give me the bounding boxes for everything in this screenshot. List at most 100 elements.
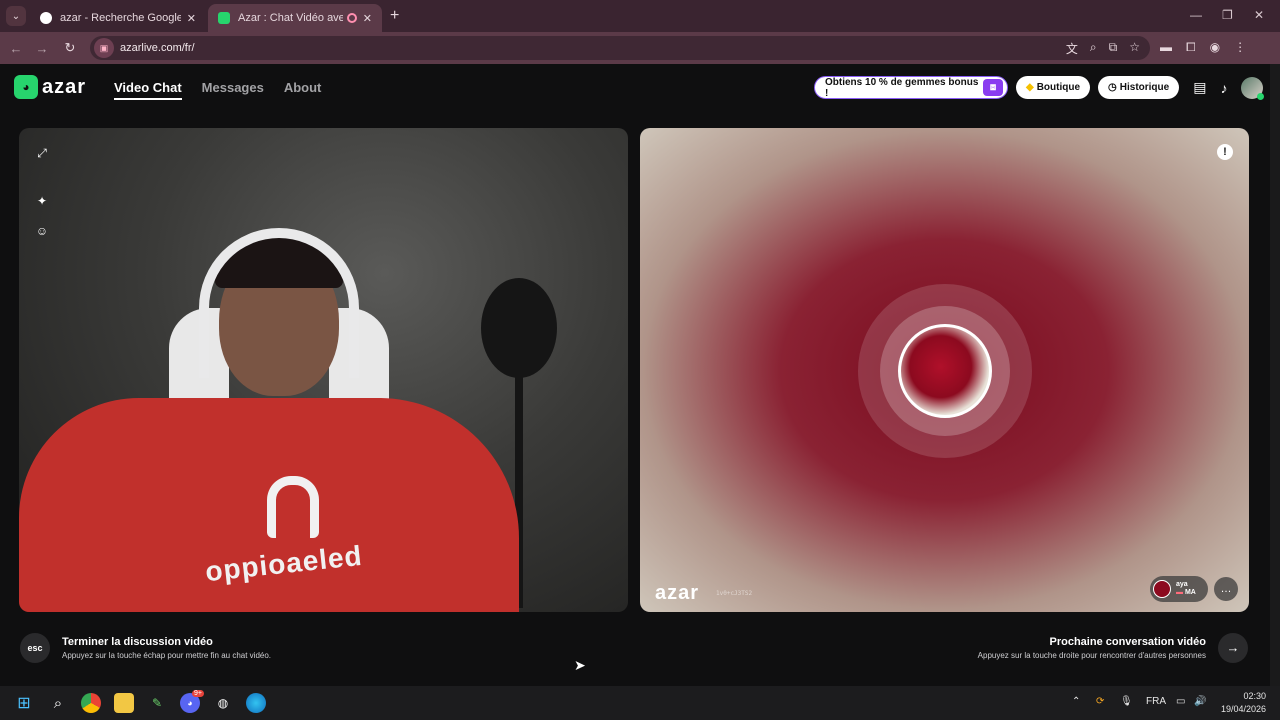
azar-logo[interactable]: ◕ azar xyxy=(14,75,86,99)
inbox-icon[interactable]: ▤ xyxy=(1193,79,1206,96)
partner-info: aya ▬ MA xyxy=(1176,581,1196,597)
system-clock[interactable]: 02:30 19/04/2026 xyxy=(1214,690,1266,716)
discord-badge: 9+ xyxy=(192,690,204,697)
cast-icon[interactable]: ⧉ xyxy=(1109,40,1118,57)
clock-date: 19/04/2026 xyxy=(1220,704,1266,714)
flag-icon: ▬ xyxy=(1176,589,1183,596)
nav-about[interactable]: About xyxy=(284,80,322,100)
chat-bubble-icon[interactable]: … xyxy=(1214,577,1238,601)
end-chat-hint: Appuyez sur la touche échap pour mettre … xyxy=(62,651,272,660)
history-button[interactable]: ◷ Historique xyxy=(1098,76,1180,99)
tab-title: Azar : Chat Vidéo avec de n xyxy=(238,12,343,24)
next-chat-button[interactable]: → xyxy=(1218,633,1248,663)
profile-icon[interactable]: ◉ xyxy=(1210,40,1220,55)
network-icon[interactable]: ▭ xyxy=(1176,696,1185,707)
nav-video-chat[interactable]: Video Chat xyxy=(114,80,182,100)
tray-chevron-icon[interactable]: ⌃ xyxy=(1072,696,1080,707)
extensions-puzzle-icon[interactable]: ⧠ xyxy=(1186,40,1196,55)
gift-icon: ⧈ xyxy=(983,79,1003,96)
avatar[interactable] xyxy=(1241,76,1265,100)
address-bar[interactable]: ▣ azarlive.com/fr/ ⽂ ⌕ ⧉ ☆ xyxy=(90,36,1150,60)
gem-icon: ◆ xyxy=(1026,82,1034,93)
zoom-icon[interactable]: ⌕ xyxy=(1090,40,1097,57)
clock-time: 02:30 xyxy=(1243,691,1266,701)
bookmark-star-icon[interactable]: ☆ xyxy=(1129,40,1140,57)
recording-icon xyxy=(346,13,357,23)
edge-icon[interactable] xyxy=(246,693,266,713)
mouse-cursor-icon: ➤ xyxy=(574,657,586,673)
volume-icon[interactable]: 🔊 xyxy=(1194,696,1206,707)
page-scrollbar[interactable] xyxy=(1270,64,1280,686)
window-close-icon[interactable]: ✕ xyxy=(1254,8,1264,22)
remote-video: ! azar 1v0+cJ3TS2 aya ▬ MA … xyxy=(640,128,1249,612)
forward-icon[interactable]: → xyxy=(32,41,52,56)
promo-button[interactable]: Obtiens 10 % de gemmes bonus ! ⧈ xyxy=(814,76,1008,99)
face-filter-icon[interactable]: ☺ xyxy=(35,224,49,238)
update-icon[interactable]: ⟳ xyxy=(1096,696,1104,707)
close-icon[interactable]: ✕ xyxy=(363,12,372,25)
nav-messages[interactable]: Messages xyxy=(202,80,264,100)
new-tab-button[interactable]: + xyxy=(390,7,399,25)
azar-app: ◕ azar Video Chat Messages About Obtiens… xyxy=(0,64,1270,686)
file-explorer-icon[interactable] xyxy=(114,693,134,713)
partner-name: aya xyxy=(1176,581,1188,588)
taskbar: ⊞ ⌕ ✎ ◕ 9+ ◍ ⌃ ⟳ 🎙 FRA ▭ 🔊 02:30 19/04/2… xyxy=(0,686,1280,720)
windows-start-icon[interactable]: ⊞ xyxy=(14,693,34,713)
reload-icon[interactable]: ↻ xyxy=(60,40,80,56)
chrome-icon[interactable] xyxy=(81,693,101,713)
headset xyxy=(199,228,359,378)
history-label: Historique xyxy=(1119,82,1170,93)
tab-google[interactable]: azar - Recherche Google ✕ xyxy=(30,4,206,32)
arrow-right-icon: → xyxy=(1226,640,1240,655)
close-icon[interactable]: ✕ xyxy=(187,12,196,25)
shop-button[interactable]: ◆ Boutique xyxy=(1016,76,1091,99)
report-icon[interactable]: ! xyxy=(1217,144,1233,160)
nvidia-icon[interactable]: ✎ xyxy=(147,693,167,713)
expand-icon[interactable]: ⤢ xyxy=(35,146,49,160)
tab-azar[interactable]: Azar : Chat Vidéo avec de n ✕ xyxy=(208,4,382,32)
next-chat-title: Prochaine conversation vidéo xyxy=(1049,636,1207,648)
bell-icon[interactable]: ♪ xyxy=(1220,80,1227,96)
shop-label: Boutique xyxy=(1036,82,1081,93)
partner-info-chip[interactable]: aya ▬ MA xyxy=(1150,576,1208,602)
minimize-icon[interactable]: — xyxy=(1190,8,1202,22)
main-nav: Video Chat Messages About xyxy=(114,80,321,100)
end-chat-title: Terminer la discussion vidéo xyxy=(62,636,213,648)
next-chat-hint: Appuyez sur la touche droite pour rencon… xyxy=(977,651,1206,660)
clock-icon: ◷ xyxy=(1108,82,1117,93)
menu-dots-icon[interactable]: ⋮ xyxy=(1234,40,1246,55)
background-fan xyxy=(481,278,557,378)
tab-search-button[interactable]: ⌄ xyxy=(6,6,26,26)
end-chat-button[interactable]: esc xyxy=(20,633,50,663)
restore-icon[interactable]: ❐ xyxy=(1222,8,1233,22)
azar-logo-icon: ◕ xyxy=(14,75,38,99)
obs-icon[interactable]: ◍ xyxy=(213,693,233,713)
partner-avatar xyxy=(1153,580,1171,598)
url-text: azarlive.com/fr/ xyxy=(120,42,195,54)
back-icon[interactable]: ← xyxy=(6,41,26,56)
end-chat-info: Terminer la discussion vidéo Appuyez sur… xyxy=(62,636,271,660)
google-icon xyxy=(40,12,52,24)
tab-title: azar - Recherche Google xyxy=(60,12,181,24)
header-actions: Obtiens 10 % de gemmes bonus ! ⧈ ◆ Bouti… xyxy=(814,76,1265,100)
site-info-icon[interactable]: ▣ xyxy=(94,38,114,58)
browser-toolbar: ← → ↻ ▣ azarlive.com/fr/ ⽂ ⌕ ⧉ ☆ ▬ ⧠ ◉ ⋮ xyxy=(0,32,1280,64)
language-indicator[interactable]: FRA xyxy=(1146,696,1166,707)
magic-wand-icon[interactable]: ✦ xyxy=(35,194,49,208)
promo-label: Obtiens 10 % de gemmes bonus ! xyxy=(825,76,979,99)
azar-icon xyxy=(218,12,230,24)
remote-watermark-logo: azar xyxy=(655,582,700,604)
next-chat-info: Prochaine conversation vidéo Appuyez sur… xyxy=(978,636,1206,660)
sweater-logo xyxy=(267,476,319,538)
search-icon[interactable]: ⌕ xyxy=(48,693,68,713)
chevron-down-icon: ⌄ xyxy=(11,10,21,22)
microphone-icon[interactable]: 🎙 xyxy=(1120,696,1133,707)
logo-text: azar xyxy=(42,75,87,98)
translate-icon[interactable]: ⽂ xyxy=(1066,40,1078,57)
browser-tabbar: ⌄ azar - Recherche Google ✕ Azar : Chat … xyxy=(0,0,1280,32)
partner-profile-picture xyxy=(898,324,992,418)
local-video: oppioaeled ⤢ ✦ ☺ xyxy=(19,128,628,612)
session-id: 1v0+cJ3TS2 xyxy=(716,590,753,597)
partner-country: MA xyxy=(1184,589,1196,596)
extension-icon[interactable]: ▬ xyxy=(1160,40,1172,55)
